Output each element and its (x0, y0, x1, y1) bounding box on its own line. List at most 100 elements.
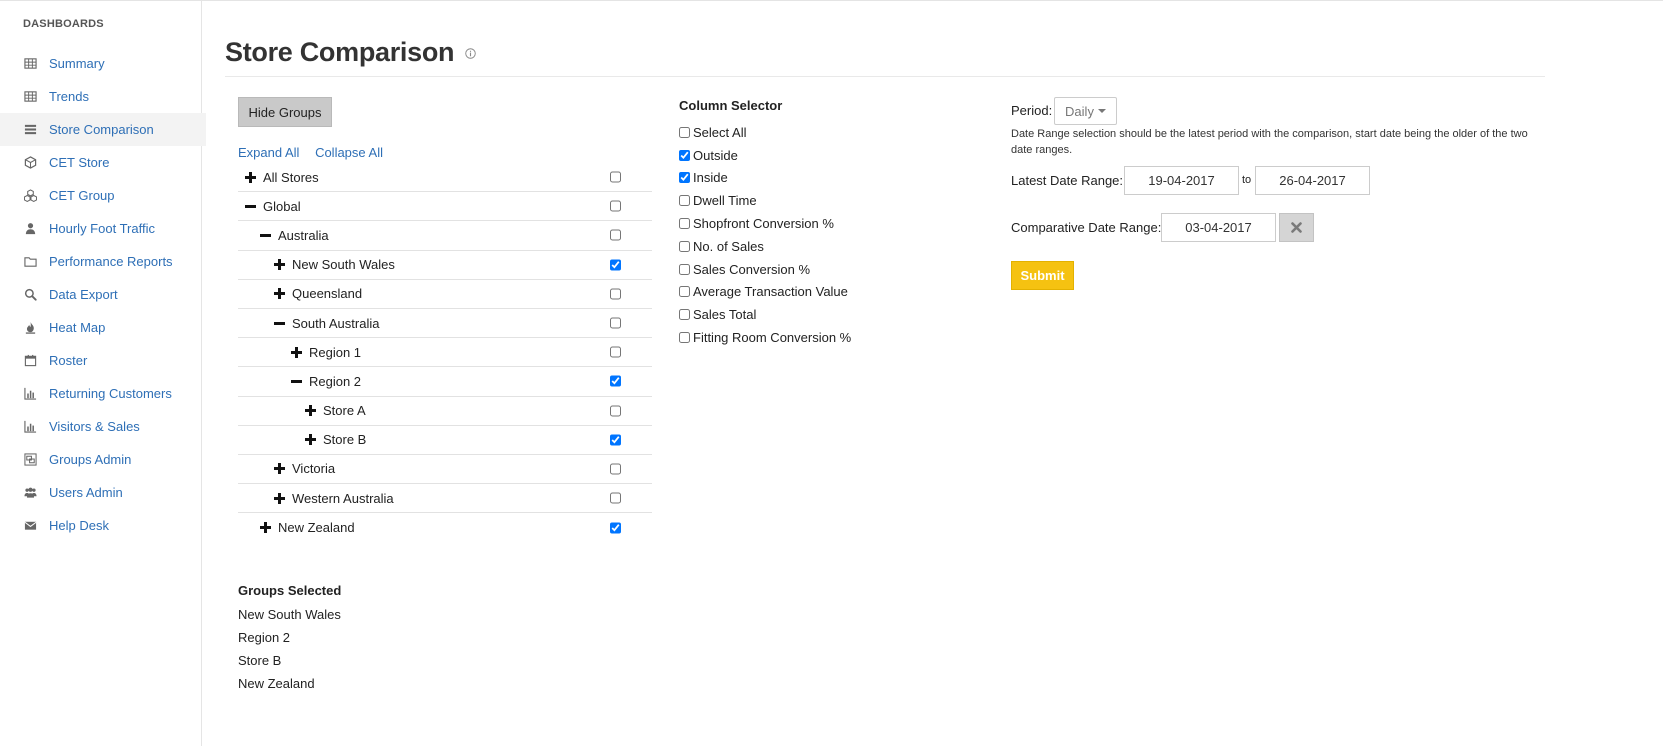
tree-node-label[interactable]: Victoria (292, 461, 335, 476)
tree-node-label[interactable]: Global (263, 199, 301, 214)
sidebar-item-trends[interactable]: Trends (0, 80, 206, 113)
collapse-minus-icon[interactable] (271, 318, 287, 329)
column-option-checkbox[interactable] (679, 218, 690, 230)
expand-plus-icon[interactable] (271, 288, 287, 300)
period-value: Daily (1065, 103, 1094, 119)
expand-plus-icon[interactable] (271, 259, 287, 271)
sidebar-item-label: Returning Customers (49, 386, 172, 401)
column-option-checkbox[interactable] (679, 240, 690, 252)
tree-node-checkbox[interactable] (610, 229, 621, 241)
tree-node-checkbox[interactable] (610, 346, 621, 358)
column-option-label: Inside (693, 170, 728, 186)
comparative-date-range-label: Comparative Date Range: (1011, 220, 1162, 235)
sidebar-item-users-admin[interactable]: Users Admin (0, 476, 206, 509)
latest-to-date-input[interactable] (1255, 166, 1370, 195)
tree-node-label[interactable]: Region 2 (309, 374, 361, 389)
tree-node-checkbox[interactable] (610, 317, 621, 329)
column-option[interactable]: Outside (679, 144, 851, 167)
column-option[interactable]: Inside (679, 167, 851, 190)
tree-node-label[interactable]: All Stores (263, 170, 319, 185)
column-option[interactable]: Fitting Room Conversion % (679, 326, 851, 349)
column-option-checkbox[interactable] (679, 149, 690, 161)
to-label: to (1242, 174, 1252, 186)
tree-node-checkbox[interactable] (610, 405, 621, 417)
column-option-checkbox[interactable] (679, 172, 690, 184)
column-option[interactable]: Sales Conversion % (679, 258, 851, 281)
hide-groups-button[interactable]: Hide Groups (238, 97, 332, 127)
column-option-checkbox[interactable] (679, 126, 690, 138)
user-icon (23, 222, 37, 236)
period-dropdown[interactable]: Daily (1054, 97, 1117, 125)
clear-comparative-date-button[interactable] (1279, 213, 1314, 242)
cubes-icon (23, 189, 37, 203)
column-option[interactable]: Dwell Time (679, 189, 851, 212)
expand-plus-icon[interactable] (302, 434, 318, 446)
sidebar-item-store-comparison[interactable]: Store Comparison (0, 113, 206, 146)
sidebar-item-heat-map[interactable]: Heat Map (0, 311, 206, 344)
expand-plus-icon[interactable] (271, 492, 287, 504)
column-option[interactable]: Average Transaction Value (679, 281, 851, 304)
column-option[interactable]: Sales Total (679, 303, 851, 326)
tree-node-label[interactable]: Region 1 (309, 345, 361, 360)
column-option[interactable]: Shopfront Conversion % (679, 212, 851, 235)
column-option-label: Sales Total (693, 307, 757, 323)
sidebar-item-data-export[interactable]: Data Export (0, 278, 206, 311)
tree-node-label[interactable]: New Zealand (278, 520, 355, 535)
comparative-date-input[interactable] (1161, 213, 1276, 242)
info-icon[interactable] (465, 48, 476, 59)
expand-plus-icon[interactable] (271, 463, 287, 475)
tree-row: Global (238, 192, 652, 222)
column-option[interactable]: No. of Sales (679, 235, 851, 258)
column-option-label: Dwell Time (693, 193, 757, 209)
sidebar-item-help-desk[interactable]: Help Desk (0, 509, 206, 542)
tree-node-checkbox[interactable] (610, 492, 621, 504)
tree-node-checkbox[interactable] (610, 171, 621, 183)
tree-node-label[interactable]: South Australia (292, 316, 379, 331)
column-option-checkbox[interactable] (679, 309, 690, 321)
submit-button[interactable]: Submit (1011, 261, 1074, 290)
sidebar-item-performance-reports[interactable]: Performance Reports (0, 245, 206, 278)
column-option-checkbox[interactable] (679, 332, 690, 344)
tree-node-label[interactable]: Store B (323, 432, 366, 447)
tree-node-label[interactable]: Australia (278, 228, 329, 243)
tree-row: Store B (238, 426, 652, 455)
sidebar-item-returning-customers[interactable]: Returning Customers (0, 377, 206, 410)
sidebar-item-cet-store[interactable]: CET Store (0, 146, 206, 179)
sidebar-item-visitors-and-sales[interactable]: Visitors & Sales (0, 410, 206, 443)
tree-node-label[interactable]: Queensland (292, 286, 362, 301)
sidebar-item-label: Trends (49, 89, 89, 104)
sidebar-item-hourly-foot-traffic[interactable]: Hourly Foot Traffic (0, 212, 206, 245)
collapse-minus-icon[interactable] (288, 376, 304, 387)
sidebar-item-label: CET Store (49, 155, 110, 170)
tree-node-checkbox[interactable] (610, 522, 621, 534)
tree-node-label[interactable]: Store A (323, 403, 366, 418)
tree-node-checkbox[interactable] (610, 463, 621, 475)
expand-plus-icon[interactable] (302, 405, 318, 417)
tree-node-checkbox[interactable] (610, 259, 621, 271)
tree-row: Australia (238, 221, 652, 251)
tree-node-checkbox[interactable] (610, 434, 621, 446)
expand-plus-icon[interactable] (288, 346, 304, 358)
collapse-all-link[interactable]: Collapse All (315, 145, 383, 160)
column-option-checkbox[interactable] (679, 263, 690, 275)
tree-node-label[interactable]: Western Australia (292, 491, 394, 506)
collapse-minus-icon[interactable] (257, 230, 273, 241)
sidebar-item-label: Visitors & Sales (49, 419, 140, 434)
tree-node-checkbox[interactable] (610, 375, 621, 387)
column-option-checkbox[interactable] (679, 195, 690, 207)
tree-row: Victoria (238, 455, 652, 485)
sidebar-item-groups-admin[interactable]: Groups Admin (0, 443, 206, 476)
expand-plus-icon[interactable] (257, 522, 273, 534)
column-option[interactable]: Select All (679, 121, 851, 144)
tree-node-checkbox[interactable] (610, 200, 621, 212)
column-option-checkbox[interactable] (679, 286, 690, 298)
expand-all-link[interactable]: Expand All (238, 145, 299, 160)
tree-node-label[interactable]: New South Wales (292, 257, 395, 272)
collapse-minus-icon[interactable] (242, 201, 258, 212)
sidebar-item-cet-group[interactable]: CET Group (0, 179, 206, 212)
sidebar-item-summary[interactable]: Summary (0, 47, 206, 80)
expand-plus-icon[interactable] (242, 171, 258, 183)
tree-node-checkbox[interactable] (610, 288, 621, 300)
sidebar-item-roster[interactable]: Roster (0, 344, 206, 377)
latest-from-date-input[interactable] (1124, 166, 1239, 195)
